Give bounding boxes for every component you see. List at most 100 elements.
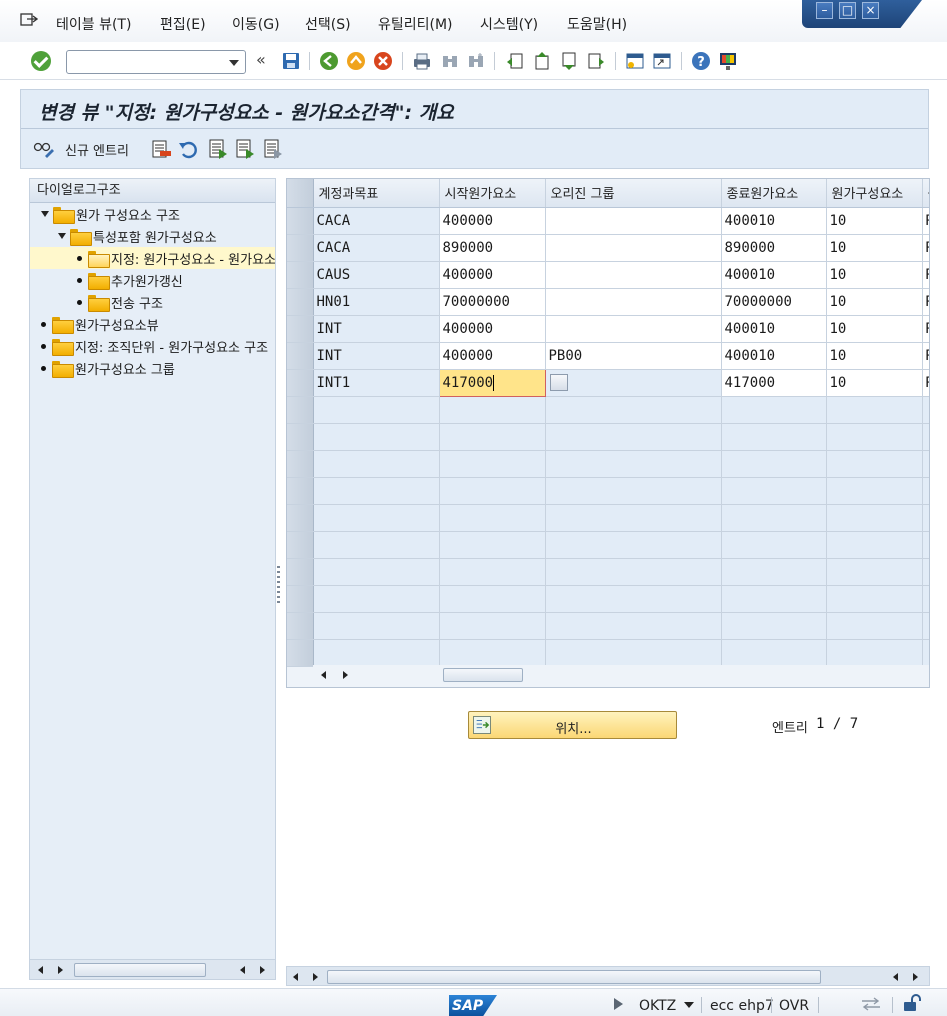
column-header[interactable]: 계정과목표: [313, 179, 440, 208]
select-all-icon[interactable]: [207, 138, 229, 160]
table-cell[interactable]: [545, 315, 722, 343]
save-icon[interactable]: [281, 51, 301, 71]
delete-row-icon[interactable]: [150, 138, 172, 160]
table-cell[interactable]: 10: [826, 369, 923, 397]
chevron-down-icon[interactable]: [684, 1002, 694, 1008]
tree-node-assignment-cost-element-interval[interactable]: 지정: 원가구성요소 - 원가요소간격: [30, 247, 275, 269]
table-cell[interactable]: R: [922, 261, 929, 289]
menu-utilities[interactable]: 유틸리티(M): [378, 14, 453, 34]
row-selector[interactable]: [287, 342, 314, 370]
table-cell[interactable]: 890000: [721, 234, 827, 262]
splitter-handle[interactable]: [277, 566, 280, 606]
layout-icon[interactable]: [718, 51, 738, 71]
tree-node-cost-component-groups[interactable]: 원가구성요소 그룹: [30, 357, 275, 379]
scroll-left-icon[interactable]: [321, 671, 326, 679]
menu-goto[interactable]: 이동(G): [232, 14, 280, 34]
print-icon[interactable]: [412, 51, 432, 71]
table-cell[interactable]: 400000: [439, 342, 546, 370]
position-button[interactable]: 위치...: [468, 711, 677, 739]
table-cell[interactable]: R: [922, 207, 929, 235]
next-page-icon[interactable]: [559, 51, 579, 71]
back-icon[interactable]: [319, 51, 339, 71]
cancel-icon[interactable]: [373, 51, 393, 71]
table-cell[interactable]: 10: [826, 342, 923, 370]
column-header[interactable]: 종료원가요소: [721, 179, 827, 208]
menu-exit-icon[interactable]: [20, 12, 38, 28]
table-cell[interactable]: 400010: [721, 261, 827, 289]
help-icon[interactable]: ?: [691, 51, 711, 71]
scroll-right-icon[interactable]: [58, 966, 63, 974]
table-cell[interactable]: 10: [826, 261, 923, 289]
close-icon[interactable]: ×: [862, 2, 879, 19]
find-next-icon[interactable]: [466, 51, 486, 71]
new-session-icon[interactable]: [625, 51, 645, 71]
table-cell[interactable]: [545, 234, 722, 262]
table-cell[interactable]: 10: [826, 315, 923, 343]
table-cell[interactable]: 400000: [439, 315, 546, 343]
scroll-left-icon[interactable]: [293, 973, 298, 981]
table-cell[interactable]: 400000: [439, 207, 546, 235]
table-cell[interactable]: R: [922, 315, 929, 343]
column-header[interactable]: 시작원가요소: [439, 179, 546, 208]
main-horizontal-scrollbar[interactable]: [286, 966, 930, 986]
last-page-icon[interactable]: [586, 51, 606, 71]
menu-system[interactable]: 시스템(Y): [480, 14, 538, 34]
scroll-thumb[interactable]: [74, 963, 206, 977]
play-icon[interactable]: [614, 998, 623, 1010]
new-entries-button[interactable]: 신규 엔트리: [33, 137, 129, 161]
value-help-icon[interactable]: [549, 374, 568, 391]
table-cell[interactable]: 417000: [721, 369, 827, 397]
prev-page-icon[interactable]: [532, 51, 552, 71]
tree-node-transfer-structure[interactable]: 전송 구조: [30, 291, 275, 313]
tree-node-assignment-org-unit[interactable]: 지정: 조직단위 - 원가구성요소 구조: [30, 335, 275, 357]
table-cell[interactable]: 10: [826, 288, 923, 316]
expand-arrow-icon[interactable]: [41, 211, 49, 217]
scroll-left-icon[interactable]: [240, 966, 245, 974]
table-cell[interactable]: 417000: [438, 368, 546, 397]
menu-edit[interactable]: 편집(E): [160, 14, 206, 34]
scroll-right-icon[interactable]: [913, 973, 918, 981]
table-cell[interactable]: 70000000: [439, 288, 546, 316]
scroll-right-icon[interactable]: [343, 671, 348, 679]
scroll-left-icon[interactable]: [38, 966, 43, 974]
table-cell[interactable]: 890000: [439, 234, 546, 262]
scroll-thumb[interactable]: [443, 668, 523, 682]
menu-help[interactable]: 도움말(H): [567, 14, 627, 34]
table-cell[interactable]: PB00: [545, 342, 722, 370]
select-block-icon[interactable]: [234, 138, 256, 160]
scroll-left-icon[interactable]: [893, 973, 898, 981]
chevron-down-icon[interactable]: [229, 60, 239, 66]
table-cell[interactable]: R: [922, 288, 929, 316]
table-cell[interactable]: 70000000: [721, 288, 827, 316]
collapse-toolbar-icon[interactable]: «: [256, 50, 266, 69]
row-selector[interactable]: [287, 369, 314, 397]
row-selector[interactable]: [287, 207, 314, 235]
restore-icon[interactable]: □: [839, 2, 856, 19]
table-cell[interactable]: 10: [826, 234, 923, 262]
deselect-all-icon[interactable]: [262, 138, 284, 160]
expand-arrow-icon[interactable]: [58, 233, 66, 239]
table-cell[interactable]: [545, 369, 722, 397]
exit-icon[interactable]: [346, 51, 366, 71]
tree-node-cost-component-view[interactable]: 원가구성요소뷰: [30, 313, 275, 335]
table-cell[interactable]: 400010: [721, 342, 827, 370]
tree-node-additional-cost-update[interactable]: 추가원가갱신: [30, 269, 275, 291]
table-cell[interactable]: 400010: [721, 315, 827, 343]
enter-icon[interactable]: [31, 51, 51, 71]
scroll-right-icon[interactable]: [260, 966, 265, 974]
row-selector[interactable]: [287, 261, 314, 289]
row-selector[interactable]: [287, 315, 314, 343]
first-page-icon[interactable]: [505, 51, 525, 71]
table-cell[interactable]: R: [922, 342, 929, 370]
table-cell[interactable]: [545, 288, 722, 316]
row-selector[interactable]: [287, 288, 314, 316]
tree-node-cost-components-with-attributes[interactable]: 특성포함 원가구성요소: [30, 225, 275, 247]
column-header[interactable]: 원가구성요소: [826, 179, 923, 208]
table-cell[interactable]: 400000: [439, 261, 546, 289]
unlock-icon[interactable]: [902, 994, 922, 1012]
column-header[interactable]: 원: [922, 179, 929, 208]
table-cell[interactable]: R: [922, 369, 929, 397]
table-cell[interactable]: 400010: [721, 207, 827, 235]
command-field[interactable]: [66, 50, 246, 74]
shortcut-icon[interactable]: [652, 51, 672, 71]
